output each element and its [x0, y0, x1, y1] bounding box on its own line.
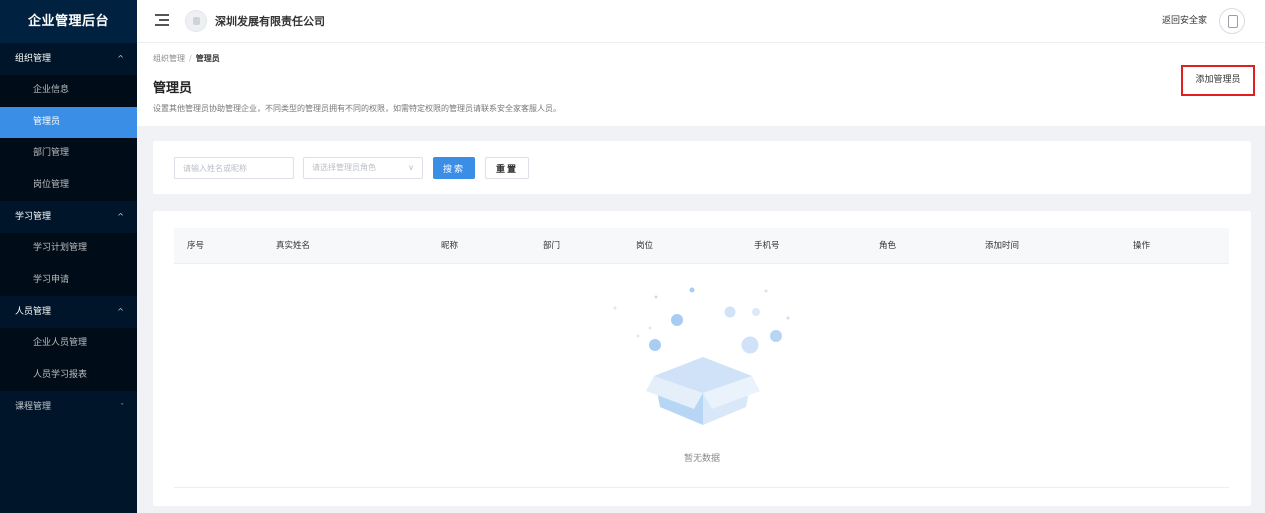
- sidebar-group-label: 学习管理: [15, 212, 52, 222]
- sidebar: 企业管理后台 组织管理 ^ 企业信息 管理员 部门管理 岗位管理 学习管理 ^ …: [0, 0, 137, 513]
- column-header-position: 岗位: [636, 241, 654, 251]
- sidebar-item-study-requests[interactable]: 学习申请: [0, 264, 137, 296]
- column-header-real-name: 真实姓名: [276, 241, 311, 251]
- table-header: 序号 真实姓名 昵称 部门 岗位 手机号 角色 添加时间 操作: [174, 228, 1229, 264]
- sidebar-group-label: 组织管理: [15, 54, 52, 64]
- sidebar-item-study-plans[interactable]: 学习计划管理: [0, 233, 137, 265]
- role-select-placeholder: 请选择管理员角色: [312, 163, 376, 172]
- sidebar-group-org[interactable]: 组织管理 ^: [0, 43, 137, 75]
- company-name: 深圳发展有限责任公司: [215, 15, 325, 28]
- reset-button[interactable]: 重置: [485, 157, 529, 179]
- sidebar-item-staff[interactable]: 企业人员管理: [0, 328, 137, 360]
- admin-table: 序号 真实姓名 昵称 部门 岗位 手机号 角色 添加时间 操作 暂无数据: [153, 211, 1251, 506]
- sidebar-group-courses[interactable]: 课程管理 ˇ: [0, 391, 137, 423]
- chevron-up-icon: ^: [117, 212, 124, 221]
- page-header: 组织管理 / 管理员 管理员 设置其他管理员协助管理企业，不同类型的管理员拥有不同的…: [137, 43, 1265, 126]
- filter-bar: 请选择管理员角色 ∨ 搜索 重置: [153, 141, 1251, 194]
- page-description: 设置其他管理员协助管理企业，不同类型的管理员拥有不同的权限，如需特定权限的管理员…: [153, 104, 561, 113]
- column-header-phone: 手机号: [754, 241, 780, 251]
- sidebar-item-positions[interactable]: 岗位管理: [0, 169, 137, 201]
- column-header-nickname: 昵称: [441, 241, 459, 251]
- add-admin-button[interactable]: 添加管理员: [1181, 65, 1255, 96]
- column-header-added-time: 添加时间: [985, 241, 1020, 251]
- company-logo: [185, 10, 207, 32]
- breadcrumb-current: 管理员: [195, 54, 220, 63]
- breadcrumb: 组织管理 / 管理员: [153, 53, 220, 64]
- app-logo: 企业管理后台: [0, 0, 137, 43]
- user-avatar[interactable]: [1219, 8, 1245, 34]
- sidebar-group-label: 课程管理: [15, 402, 52, 412]
- sidebar-group-learning[interactable]: 学习管理 ^: [0, 201, 137, 233]
- search-button[interactable]: 搜索: [433, 157, 475, 179]
- breadcrumb-separator: /: [189, 54, 192, 63]
- top-header: 深圳发展有限责任公司 返回安全家: [137, 0, 1265, 43]
- chevron-up-icon: ^: [117, 54, 124, 63]
- chevron-down-icon: ˇ: [120, 403, 125, 411]
- table-divider: [174, 487, 1229, 488]
- sidebar-item-staff-reports[interactable]: 人员学习报表: [0, 359, 137, 391]
- sidebar-group-people[interactable]: 人员管理 ^: [0, 296, 137, 328]
- sidebar-item-company-info[interactable]: 企业信息: [0, 75, 137, 107]
- breadcrumb-parent[interactable]: 组织管理: [153, 54, 185, 63]
- role-select[interactable]: 请选择管理员角色 ∨: [303, 157, 423, 179]
- back-to-home-link[interactable]: 返回安全家: [1162, 0, 1207, 43]
- sidebar-item-departments[interactable]: 部门管理: [0, 138, 137, 170]
- column-header-role: 角色: [879, 241, 897, 251]
- empty-state-text: 暂无数据: [683, 454, 720, 464]
- sidebar-group-label: 人员管理: [15, 307, 52, 317]
- chevron-up-icon: ^: [117, 307, 124, 316]
- column-header-department: 部门: [543, 241, 561, 251]
- chevron-down-icon: ∨: [408, 163, 414, 172]
- sidebar-item-admins[interactable]: 管理员: [0, 106, 137, 138]
- column-header-actions: 操作: [1133, 241, 1151, 251]
- column-header-index: 序号: [187, 241, 205, 251]
- empty-box-icon: [613, 287, 790, 425]
- page-title: 管理员: [153, 81, 193, 96]
- menu-fold-icon[interactable]: [155, 13, 169, 27]
- name-search-input[interactable]: [174, 157, 294, 179]
